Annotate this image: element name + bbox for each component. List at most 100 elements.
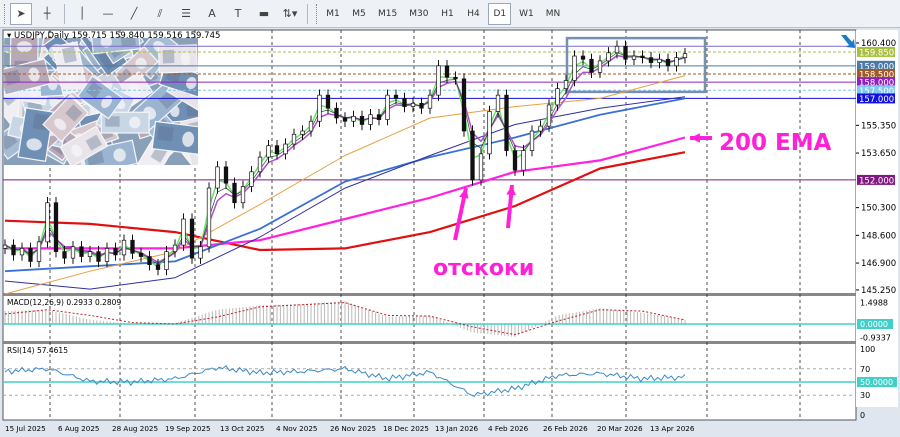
x-tick-label: 13 Jan 2026	[435, 424, 479, 433]
separator	[307, 3, 308, 24]
candle	[121, 239, 127, 256]
candle	[470, 130, 475, 181]
vertical-line-button[interactable]: │	[71, 3, 93, 25]
candle	[36, 241, 42, 262]
timeframe-h4[interactable]: H4	[462, 3, 484, 25]
candle	[147, 256, 152, 266]
text-button[interactable]: A	[201, 3, 223, 25]
candle	[164, 251, 169, 270]
candle	[62, 251, 67, 259]
bounces-label: отскоки	[433, 256, 534, 281]
candle	[70, 246, 76, 259]
fibonacci-icon: ☰	[181, 7, 191, 20]
rsi-y-tick-label: 50.0000	[860, 378, 893, 387]
rsi-y-tick-label: 30	[860, 391, 870, 400]
candle	[495, 94, 501, 112]
candle	[665, 58, 671, 67]
candle	[461, 78, 467, 132]
timeframe-w1[interactable]: W1	[515, 3, 538, 25]
candle	[385, 94, 390, 120]
crosshair-icon: ┼	[43, 7, 51, 20]
arrows-dropdown-button[interactable]: ⇅▾	[279, 3, 301, 25]
candle	[291, 133, 297, 145]
x-tick-label: 18 Dec 2025	[383, 424, 429, 433]
candle	[317, 94, 322, 122]
candle	[206, 187, 212, 248]
candle	[240, 186, 246, 204]
equidistant-channel-icon: ⫽	[157, 6, 163, 20]
vertical-line-icon: │	[78, 7, 86, 20]
rsi-y-tick-label: 100	[860, 345, 875, 354]
crosshair-button[interactable]: ┼	[36, 3, 58, 25]
ema-label: 200 EMA	[719, 130, 832, 156]
candle	[623, 45, 628, 60]
candle	[249, 171, 254, 187]
fibonacci-button[interactable]: ☰	[175, 3, 197, 25]
candle	[266, 145, 271, 158]
trendline-button[interactable]: ╱	[123, 3, 145, 25]
candle	[215, 166, 220, 189]
x-tick-label: 28 Aug 2025	[112, 424, 158, 433]
candle	[555, 88, 560, 106]
y-tick-label: 150.300	[861, 204, 896, 214]
candle	[130, 239, 135, 254]
x-tick-label: 15 Jul 2025	[5, 424, 46, 433]
toolbar-grip[interactable]	[4, 3, 8, 24]
cursor-button[interactable]: ➤	[10, 2, 32, 25]
timeframe-d1[interactable]: D1	[488, 2, 512, 25]
timeframe-m5[interactable]: M5	[348, 3, 370, 25]
candle	[19, 248, 25, 256]
x-tick-label: 4 Feb 2026	[488, 424, 529, 433]
candle	[155, 264, 161, 270]
x-tick-label: 13 Apr 2026	[650, 424, 695, 433]
candle	[342, 117, 348, 122]
timeframe-m30[interactable]: M30	[405, 3, 432, 25]
y-tick-label: 155.350	[861, 121, 896, 131]
timeframe-mn[interactable]: MN	[542, 3, 565, 25]
cursor-icon: ➤	[16, 7, 26, 20]
timeframe-h1[interactable]: H1	[436, 3, 458, 25]
candle	[104, 248, 110, 262]
x-tick-label: 20 Mar 2026	[597, 424, 643, 433]
candle	[113, 248, 118, 256]
timeframe-m1[interactable]: M1	[322, 3, 344, 25]
candle	[674, 57, 679, 67]
candle	[351, 115, 356, 122]
text-label-button[interactable]: T	[227, 3, 249, 25]
equidistant-channel-button[interactable]: ⫽	[149, 3, 171, 25]
macd-rsi-divider[interactable]	[3, 341, 856, 344]
candle	[368, 114, 373, 125]
candle	[521, 150, 526, 171]
candle	[427, 94, 433, 109]
chart[interactable]: 159.850159.000158.500158.000157.500157.0…	[0, 28, 900, 437]
candle	[325, 94, 331, 109]
level-price-label: 157.000	[859, 95, 894, 105]
macd-header: MACD(12,26,9) 0.2933 0.2809	[7, 298, 121, 307]
candle	[436, 65, 441, 96]
level-price-label: 159.850	[859, 48, 894, 58]
x-tick-label: 6 Aug 2025	[58, 424, 99, 433]
toolbar-grip[interactable]	[316, 3, 320, 24]
candle	[11, 244, 16, 256]
candle	[334, 107, 339, 119]
candle	[580, 55, 586, 60]
level-price-label: 152.000	[859, 176, 894, 186]
text-icon: A	[208, 7, 216, 20]
candle	[376, 114, 382, 120]
candle	[138, 252, 144, 257]
candle	[529, 130, 535, 151]
candle	[53, 202, 59, 252]
candle	[512, 150, 518, 171]
candle	[657, 58, 662, 63]
horizontal-line-button[interactable]: —	[97, 3, 119, 25]
candle	[640, 55, 645, 59]
macd-y-tick-label: 1.4988	[860, 299, 888, 308]
timeframe-m15[interactable]: M15	[374, 3, 401, 25]
chart-header: ▾ USDJPY,Daily 159.715 159.840 159.516 1…	[7, 31, 220, 41]
candle	[546, 104, 552, 127]
y-tick-label: 160.400	[861, 39, 896, 49]
rectangle-button[interactable]: ▬	[253, 3, 275, 25]
macd-y-tick-label: -0.9337	[860, 333, 891, 342]
candle	[308, 120, 314, 132]
main-macd-divider[interactable]	[3, 293, 856, 296]
